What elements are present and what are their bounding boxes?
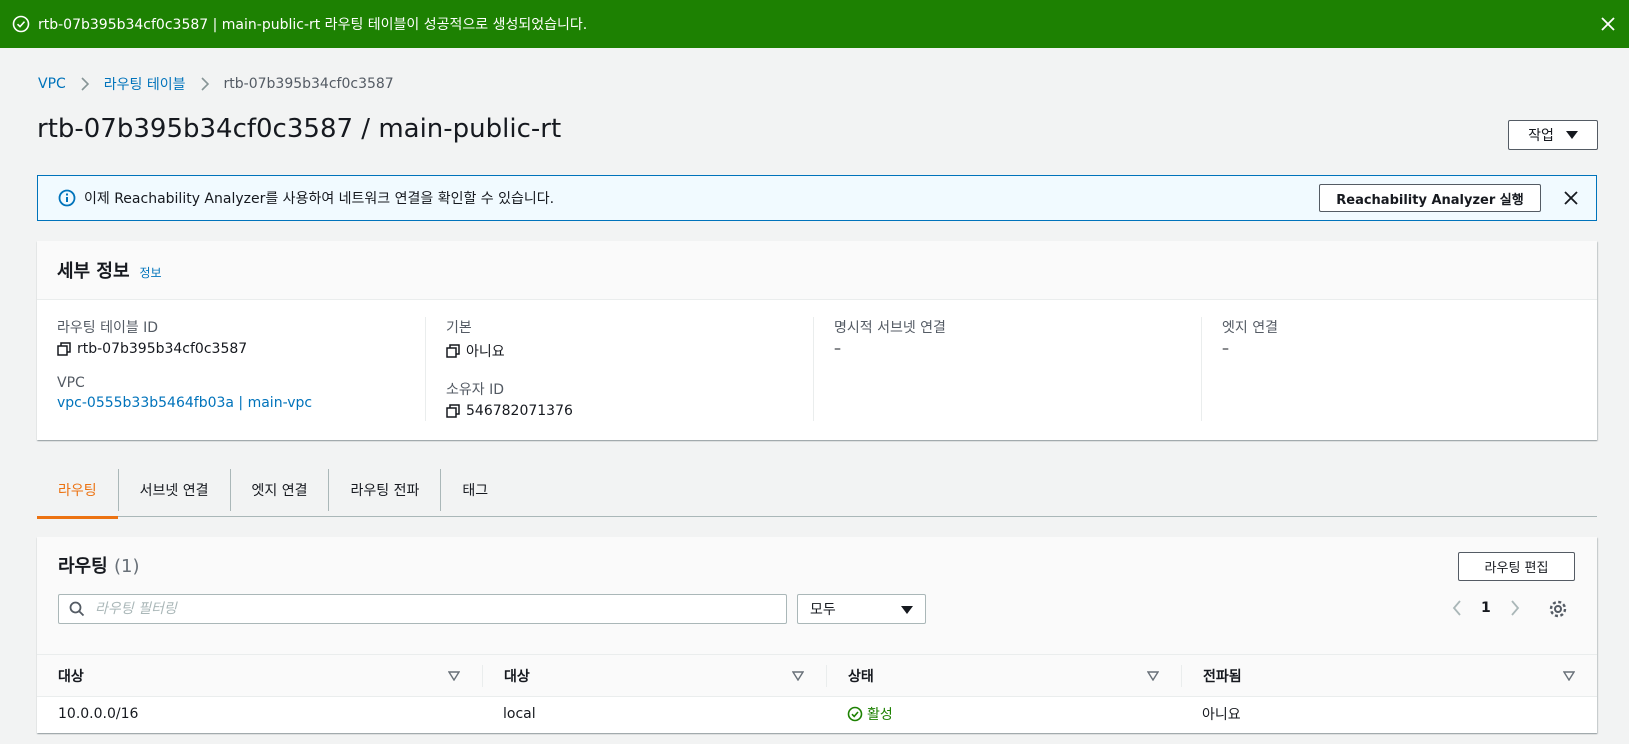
route-type-select-value: 모두 <box>810 602 836 618</box>
edit-routes-button[interactable]: 라우팅 편집 <box>1458 552 1575 581</box>
sort-icon <box>1147 670 1159 681</box>
route-propagated: 아니요 <box>1202 707 1241 723</box>
check-circle-icon <box>12 15 30 33</box>
chevron-left-icon[interactable] <box>1451 599 1463 617</box>
table-row: 10.0.0.0/16 local 활성 아니요 <box>37 697 1597 731</box>
copy-icon[interactable] <box>446 404 460 418</box>
success-flash-bar: rtb-07b395b34cf0c3587 | main-public-rt 라… <box>0 0 1629 48</box>
route-type-select[interactable]: 모두 <box>797 594 926 624</box>
tab-route-propagation[interactable]: 라우팅 전파 <box>328 468 440 511</box>
check-circle-icon <box>847 706 863 722</box>
column-header-label: 대상 <box>58 668 84 685</box>
details-column-1: 라우팅 테이블 ID rtb-07b395b34cf0c3587 VPC vpc… <box>37 317 425 421</box>
edge-association-label: 엣지 연결 <box>1222 320 1278 336</box>
route-filter <box>58 594 787 624</box>
sort-icon <box>1563 670 1575 681</box>
pagination: 1 <box>1451 599 1521 617</box>
flash-message: rtb-07b395b34cf0c3587 | main-public-rt 라… <box>38 17 588 33</box>
details-title: 세부 정보 <box>57 261 130 282</box>
reachability-analyzer-button[interactable]: Reachability Analyzer 실행 <box>1319 184 1541 212</box>
column-header-status[interactable]: 상태 <box>826 664 1181 687</box>
table-header: 대상 대상 상태 전파됨 <box>37 655 1597 697</box>
chevron-right-icon <box>81 77 89 91</box>
routes-panel: 라우팅 (1) 라우팅 편집 모두 1 대상 대상 상태 전파됨 10.0.0.… <box>37 537 1597 733</box>
tab-tags[interactable]: 태그 <box>440 468 509 511</box>
routes-title: 라우팅 (1) <box>58 552 139 578</box>
copy-icon[interactable] <box>446 344 460 358</box>
explicit-subnet-value: – <box>834 341 841 357</box>
owner-id-label: 소유자 ID <box>446 382 504 398</box>
page-title: rtb-07b395b34cf0c3587 / main-public-rt <box>37 114 562 144</box>
search-icon <box>69 601 85 617</box>
breadcrumb-route-tables-link[interactable]: 라우팅 테이블 <box>104 74 186 94</box>
page-number[interactable]: 1 <box>1481 600 1491 616</box>
tab-subnet-associations[interactable]: 서브넷 연결 <box>117 468 230 511</box>
actions-dropdown-button[interactable]: 작업 <box>1508 120 1598 150</box>
route-status: 활성 <box>826 704 1181 724</box>
main-value: 아니요 <box>466 344 505 360</box>
breadcrumb: VPC 라우팅 테이블 rtb-07b395b34cf0c3587 <box>38 74 394 94</box>
route-target: local <box>503 706 536 722</box>
breadcrumb-current: rtb-07b395b34cf0c3587 <box>223 76 394 92</box>
route-status-text: 활성 <box>867 707 893 723</box>
info-banner: 이제 Reachability Analyzer를 사용하여 네트워크 연결을 … <box>37 175 1597 221</box>
close-icon[interactable] <box>1560 187 1582 209</box>
column-header-label: 대상 <box>504 668 530 685</box>
details-column-4: 엣지 연결 – <box>1201 317 1589 421</box>
close-icon[interactable] <box>1597 13 1619 35</box>
breadcrumb-vpc-link[interactable]: VPC <box>38 76 66 92</box>
tab-routes[interactable]: 라우팅 <box>37 469 118 519</box>
edge-association-value: – <box>1222 341 1229 357</box>
chevron-right-icon[interactable] <box>1509 599 1521 617</box>
owner-id-value: 546782071376 <box>466 403 573 419</box>
route-filter-input[interactable] <box>95 601 735 617</box>
column-header-propagated[interactable]: 전파됨 <box>1181 664 1597 687</box>
chevron-right-icon <box>200 77 209 91</box>
details-column-2: 기본 아니요 소유자 ID 546782071376 <box>425 317 813 421</box>
info-link[interactable]: 정보 <box>140 264 162 281</box>
gear-icon[interactable] <box>1548 599 1568 619</box>
info-banner-text: 이제 Reachability Analyzer를 사용하여 네트워크 연결을 … <box>84 191 555 207</box>
vpc-link[interactable]: vpc-0555b33b5464fb03a | main-vpc <box>57 395 312 411</box>
route-table-id-label: 라우팅 테이블 ID <box>57 320 159 336</box>
vpc-label: VPC <box>57 375 85 391</box>
column-header-label: 전파됨 <box>1203 668 1242 685</box>
column-header-label: 상태 <box>848 668 874 685</box>
tab-bar: 라우팅 서브넷 연결 엣지 연결 라우팅 전파 태그 <box>37 463 1597 519</box>
main-label: 기본 <box>446 320 472 336</box>
caret-down-icon <box>901 606 913 614</box>
details-panel: 세부 정보 정보 라우팅 테이블 ID rtb-07b395b34cf0c358… <box>37 241 1597 440</box>
column-header-destination[interactable]: 대상 <box>37 665 482 687</box>
sort-icon <box>448 670 460 681</box>
details-column-3: 명시적 서브넷 연결 – <box>813 317 1201 421</box>
route-destination: 10.0.0.0/16 <box>58 706 139 722</box>
details-header: 세부 정보 정보 <box>37 241 1597 300</box>
column-header-target[interactable]: 대상 <box>482 664 826 687</box>
routes-count: (1) <box>113 556 140 577</box>
copy-icon[interactable] <box>57 342 71 356</box>
info-icon <box>58 189 76 207</box>
caret-down-icon <box>1565 131 1578 139</box>
route-table-id-value: rtb-07b395b34cf0c3587 <box>77 341 248 357</box>
actions-label: 작업 <box>1528 128 1554 144</box>
routes-title-text: 라우팅 <box>58 556 108 577</box>
explicit-subnet-label: 명시적 서브넷 연결 <box>834 320 946 336</box>
sort-icon <box>792 670 804 681</box>
tab-edge-associations[interactable]: 엣지 연결 <box>229 468 329 511</box>
